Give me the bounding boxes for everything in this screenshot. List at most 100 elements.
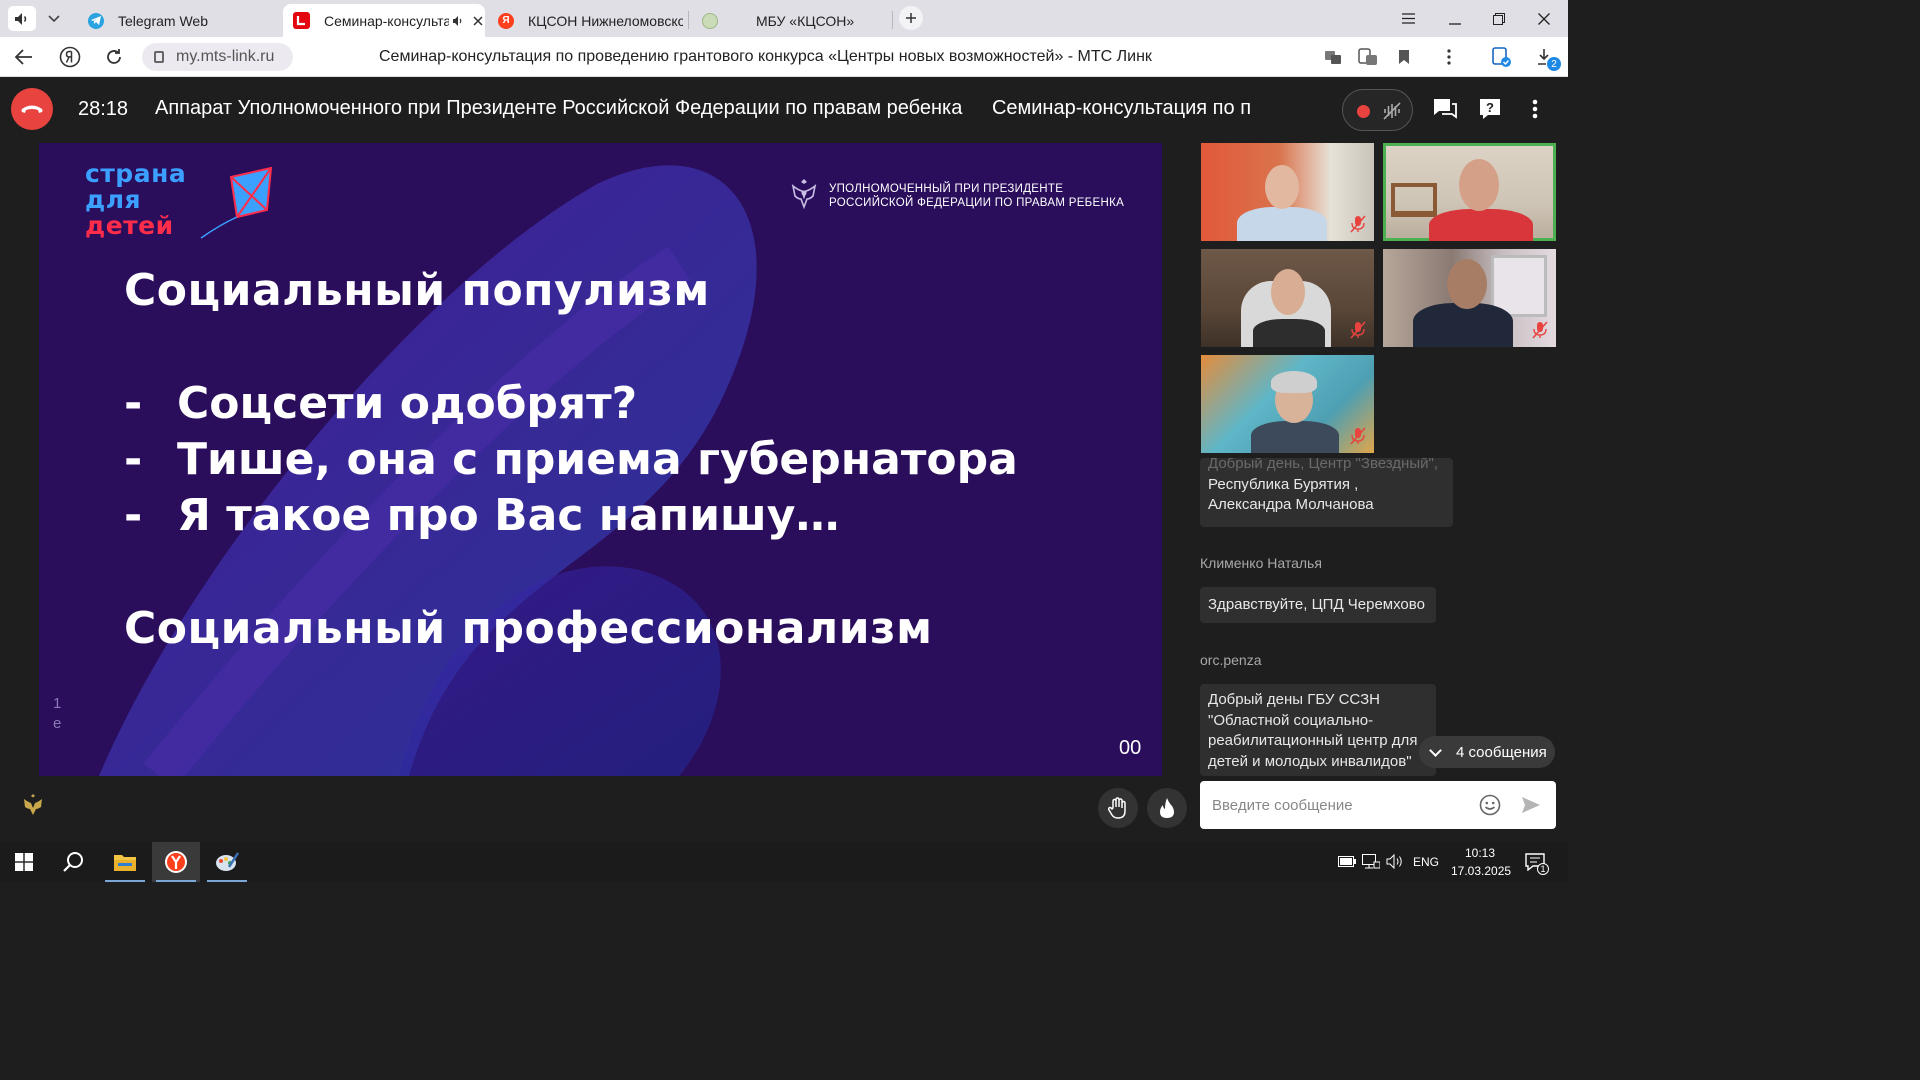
participant-body (1237, 207, 1327, 241)
bookmark-icon (1399, 50, 1409, 64)
reload-button[interactable] (101, 45, 127, 69)
reaction-button[interactable] (1147, 788, 1187, 828)
tab-telegram[interactable]: Telegram Web (78, 4, 278, 37)
tab-kcson[interactable]: Я КЦСОН Нижнеломовског (488, 4, 683, 37)
fire-icon (1160, 798, 1174, 818)
message-input[interactable] (1212, 793, 1472, 817)
clock-date[interactable]: 17.03.2025 (1451, 864, 1511, 878)
yandex-icon: Я (498, 12, 514, 29)
participant-video[interactable] (1201, 249, 1374, 347)
new-tab-button[interactable] (899, 6, 923, 30)
new-messages-button[interactable]: 4 сообщения (1419, 736, 1555, 768)
more-vertical-icon (1447, 49, 1451, 65)
yandex-browser-icon (165, 851, 187, 873)
slide-bullet: - Тише, она с приема губернатора (124, 434, 1018, 485)
tab-audio-button[interactable] (8, 6, 36, 31)
chat-message: Добрый день, Центр "Звездный", Республик… (1200, 458, 1453, 527)
downloads-badge: 2 (1547, 57, 1561, 71)
side-char: 1 (53, 695, 62, 712)
running-indicator (156, 880, 196, 882)
chat-author: Клименко Наталья (1200, 555, 1322, 571)
tab-separator (892, 11, 893, 29)
tab-title: Telegram Web (118, 12, 209, 29)
yandex-home-button[interactable] (57, 45, 83, 69)
speaker-icon (15, 12, 27, 25)
tab-close-icon[interactable] (473, 15, 483, 26)
tab-mbu-kcson[interactable]: МБУ «КЦСОН» (692, 4, 887, 37)
participant-video-active-speaker[interactable] (1383, 143, 1556, 241)
chat-message-line: реабилитационный центр для (1208, 732, 1418, 749)
back-button[interactable] (11, 45, 37, 69)
profile-icon (1492, 47, 1511, 67)
url-text: my.mts-link.ru (176, 48, 275, 65)
network-icon[interactable] (1362, 854, 1380, 869)
raise-hand-button[interactable] (1098, 788, 1138, 828)
reader-icon (1358, 48, 1377, 65)
logo-line: детей (85, 211, 174, 240)
coat-of-arms-icon (791, 179, 817, 210)
browser-menu-button[interactable] (1386, 0, 1431, 37)
translate-button[interactable] (1320, 45, 1346, 69)
chat-message-line: "Областной социально- (1208, 711, 1374, 729)
tab-list-button[interactable] (40, 6, 68, 31)
chevron-down-icon (1429, 743, 1442, 757)
input-language[interactable]: ENG (1413, 855, 1439, 869)
close-window-button[interactable] (1521, 0, 1566, 37)
profile-button[interactable] (1488, 45, 1514, 69)
folder-icon (114, 855, 136, 871)
reader-mode-button[interactable] (1355, 45, 1381, 69)
reload-icon (107, 49, 121, 64)
url-field[interactable]: my.mts-link.ru (142, 43, 293, 71)
meeting-menu-button[interactable] (1522, 96, 1548, 122)
bookmark-button[interactable] (1391, 45, 1417, 69)
chat-author: orc.penza (1200, 652, 1262, 668)
taskbar-explorer[interactable] (101, 842, 149, 882)
volume-icon[interactable] (1386, 854, 1404, 869)
chat-toggle-button[interactable] (1432, 96, 1458, 122)
tab-title: КЦСОН Нижнеломовског (528, 12, 683, 29)
search-button[interactable] (50, 842, 98, 882)
minimize-icon (1448, 22, 1461, 25)
participant-hair (1271, 371, 1317, 393)
bullet-marker: - (124, 378, 143, 429)
restore-button[interactable] (1476, 0, 1521, 37)
chat-icon (1434, 99, 1457, 119)
participant-head (1447, 259, 1487, 309)
taskbar-yandex-browser[interactable] (152, 842, 200, 882)
leave-call-button[interactable] (11, 88, 53, 130)
chat-message-line: детей и молодых инвалидов" (1208, 752, 1412, 770)
chat-message-line: Республика Бурятия , (1208, 475, 1359, 493)
slide-heading-populism: Социальный популизм (124, 265, 710, 316)
more-button[interactable] (1436, 45, 1462, 69)
participant-video[interactable] (1383, 249, 1556, 347)
recording-indicator[interactable] (1342, 89, 1413, 131)
bullet-text: Соцсети одобрят? (177, 378, 638, 429)
running-indicator (105, 880, 145, 882)
participant-head (1271, 269, 1305, 315)
minimize-button[interactable] (1432, 0, 1477, 37)
participant-body (1413, 303, 1513, 347)
tab-title: Семинар-консульта (324, 12, 449, 29)
help-button[interactable]: ? (1477, 96, 1503, 122)
downloads-button[interactable]: 2 (1531, 45, 1561, 71)
send-icon[interactable] (1521, 796, 1541, 814)
kite-icon (200, 166, 273, 239)
participant-video[interactable] (1201, 355, 1374, 453)
arrow-left-icon (15, 49, 32, 65)
taskbar-paint[interactable] (203, 842, 251, 882)
battery-icon[interactable] (1338, 856, 1356, 867)
chat-message-line: Александра Молчанова (1208, 496, 1374, 513)
participant-video[interactable] (1201, 143, 1374, 241)
start-button[interactable] (0, 842, 48, 882)
lock-icon (154, 51, 164, 63)
side-char: е (53, 715, 62, 732)
participant-body (1429, 209, 1533, 241)
hamburger-icon (1402, 13, 1415, 24)
site-icon (702, 12, 718, 29)
presentation-slide: страна для детей УПОЛНОМОЧЕННЫЙ ПРИ ПРЕЗ… (39, 143, 1162, 776)
emoji-icon[interactable] (1479, 794, 1501, 816)
clock-time[interactable]: 10:13 (1465, 846, 1495, 860)
tab-seminar[interactable]: Семинар-консульта (283, 4, 485, 37)
mic-off-icon (1532, 321, 1548, 339)
bullet-marker: - (124, 490, 143, 541)
